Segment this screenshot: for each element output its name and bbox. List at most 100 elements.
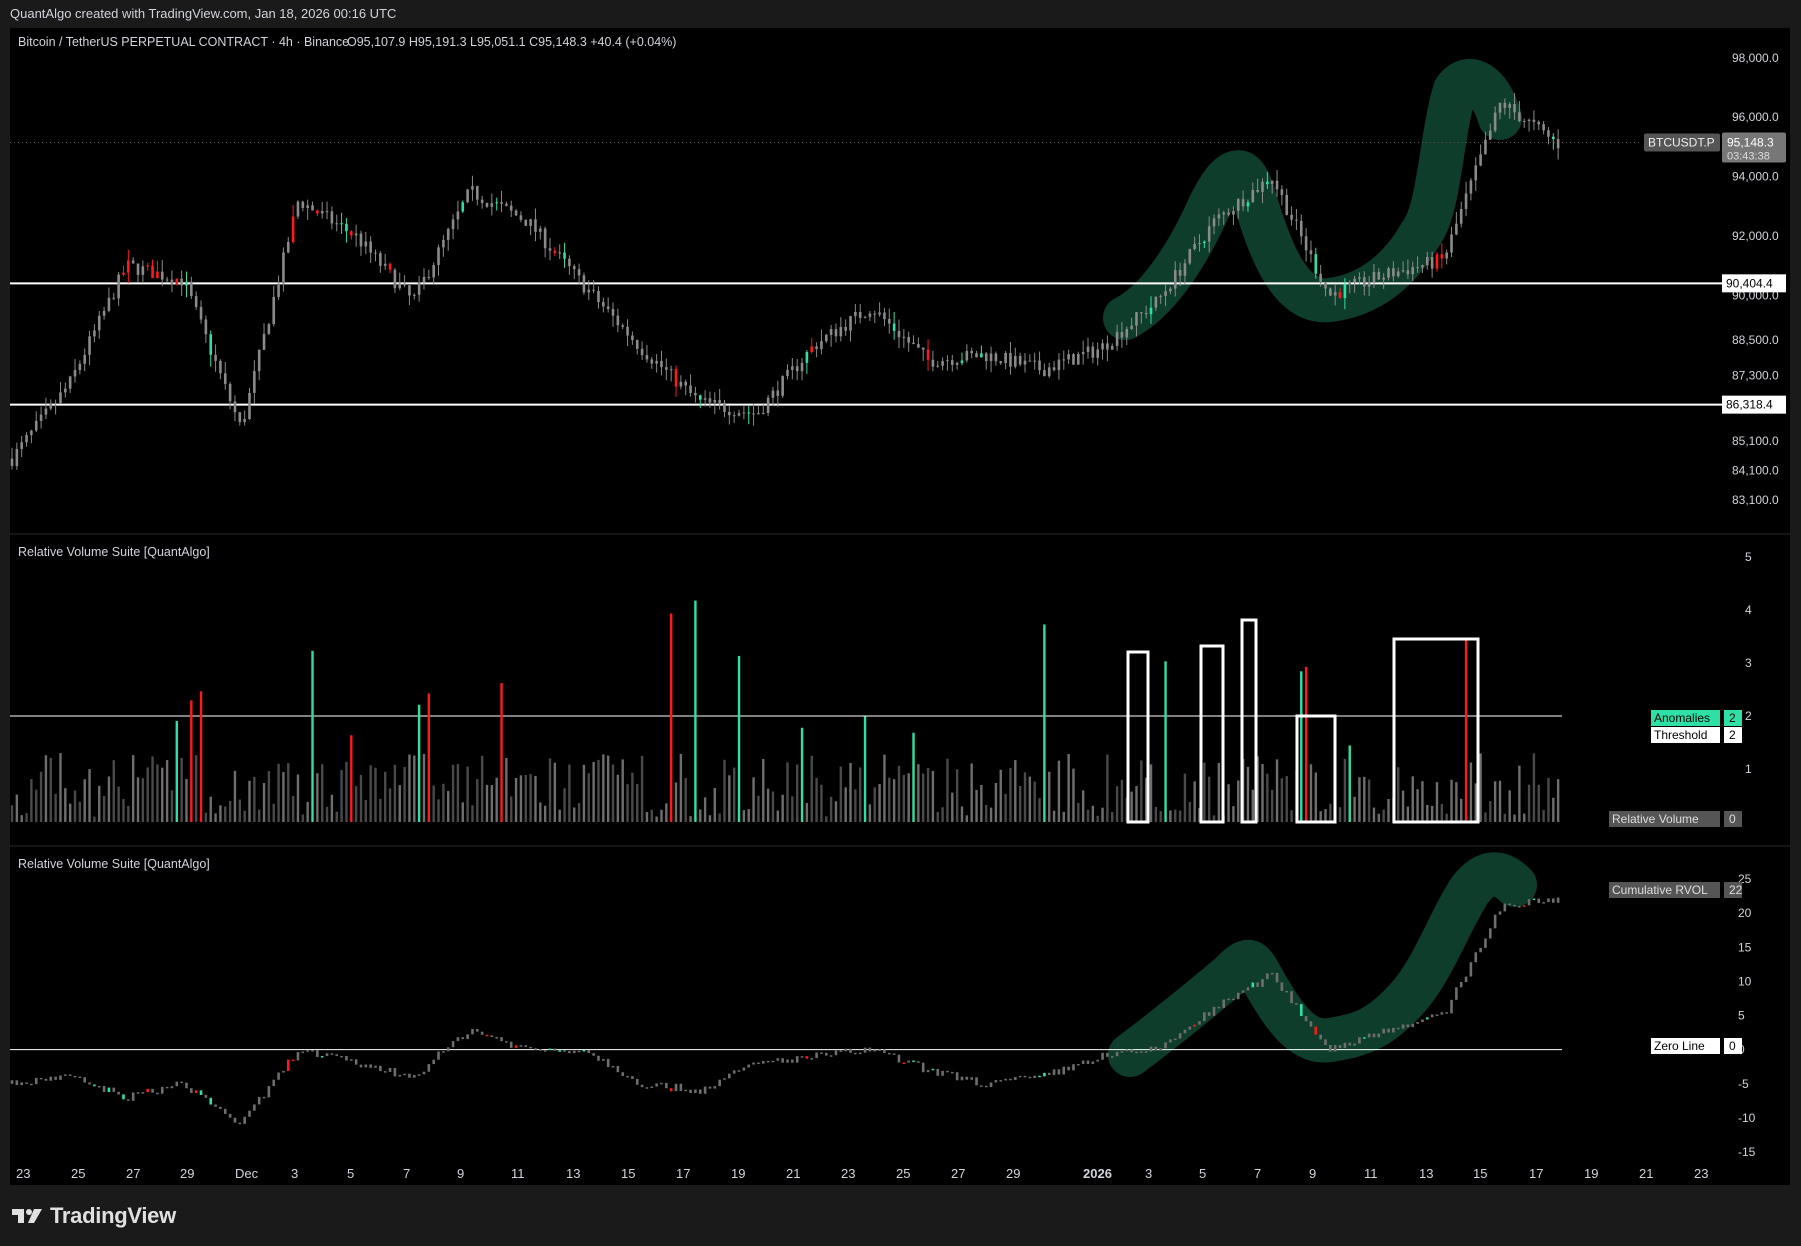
- cum-rvol-bar: [88, 1082, 91, 1085]
- price-candle: [975, 353, 978, 358]
- rvol-axis-tick: 1: [1745, 762, 1752, 776]
- price-candle: [926, 349, 930, 360]
- cum-rvol-bar: [810, 1058, 814, 1060]
- cum-rvol-bar: [480, 1031, 484, 1035]
- price-candle: [1043, 370, 1046, 377]
- cum-rvol-bar: [936, 1068, 940, 1076]
- price-candle: [800, 362, 804, 372]
- rvol-bar: [1285, 776, 1288, 822]
- x-axis-tick: 9: [1309, 1166, 1316, 1181]
- price-candle: [359, 233, 363, 247]
- cum-rvol-bar: [25, 1082, 28, 1084]
- price-candle: [689, 385, 692, 393]
- rvol-bar: [316, 773, 319, 822]
- cum-rvol-bar: [1343, 1042, 1347, 1049]
- price-candle: [592, 289, 595, 291]
- rvol-bar: [1503, 813, 1507, 822]
- cum-rvol-bar: [660, 1082, 663, 1085]
- cum-rvol-bar: [946, 1070, 949, 1073]
- cum-rvol-bar: [1518, 906, 1521, 908]
- price-candle: [1169, 288, 1172, 292]
- rvol-bar: [989, 807, 993, 822]
- rvol-bar: [1207, 776, 1211, 822]
- price-candle: [291, 216, 295, 243]
- rvol-bar: [495, 777, 498, 822]
- price-candle: [1144, 313, 1148, 315]
- chart-canvas[interactable]: 98,000.096,000.094,000.092,000.090,000.0…: [0, 0, 1801, 1246]
- cum-rvol-bar: [408, 1073, 411, 1078]
- cum-rvol-bar: [834, 1050, 838, 1056]
- rvol-bar: [1270, 789, 1274, 822]
- rvol-axis-tick: 5: [1745, 550, 1752, 564]
- rvol-bar: [592, 761, 595, 822]
- rvol-bar: [1430, 805, 1434, 822]
- price-candle: [747, 412, 751, 414]
- price-candle: [1552, 136, 1555, 140]
- anomalies-tag-value: 2: [1729, 711, 1736, 725]
- price-candle: [223, 373, 227, 384]
- cum-rvol-bar: [422, 1071, 426, 1075]
- rvol-bar: [626, 784, 629, 822]
- rvol-axis-tick: 3: [1745, 656, 1752, 670]
- price-candle: [379, 253, 382, 266]
- price-candle: [737, 413, 741, 416]
- price-candle: [1198, 243, 1201, 245]
- x-axis-tick: 15: [1473, 1166, 1487, 1181]
- price-candle: [34, 420, 38, 431]
- price-candle: [1115, 332, 1119, 346]
- cum-rvol-bar: [1503, 903, 1507, 912]
- price-candle: [999, 361, 1003, 364]
- cum-rvol-bar: [602, 1058, 605, 1061]
- cum-rvol-bar: [1319, 1034, 1322, 1040]
- cum-rvol-bar: [127, 1099, 130, 1101]
- price-candle: [175, 278, 179, 285]
- price-candle: [480, 199, 484, 203]
- cum-rvol-bar: [1159, 1048, 1163, 1051]
- rvol-bar: [1081, 790, 1085, 822]
- cum-rvol-bar: [568, 1051, 571, 1054]
- cum-rvol-bar: [54, 1076, 57, 1080]
- price-candle: [728, 411, 731, 416]
- price-candle: [582, 275, 586, 293]
- price-candle: [1227, 212, 1230, 215]
- cum-rvol-bar: [616, 1065, 620, 1073]
- cum-rvol-bar: [631, 1076, 634, 1079]
- rvol-bar: [529, 774, 532, 822]
- cum-rvol-bar: [1556, 897, 1560, 903]
- cum-rvol-bar: [1275, 972, 1279, 983]
- rvol-bar: [878, 784, 881, 822]
- cum-rvol-bar: [728, 1073, 731, 1079]
- cum-rvol-bar: [306, 1050, 309, 1052]
- x-axis-tick: 3: [1145, 1166, 1152, 1181]
- cum-rvol-bar: [1532, 898, 1536, 901]
- price-candle: [277, 283, 280, 297]
- cum-rvol-bar: [665, 1082, 668, 1089]
- cum-rvol-bar: [1498, 911, 1502, 915]
- tradingview-brand[interactable]: TradingView: [10, 1202, 176, 1230]
- rvol-bar: [1130, 791, 1133, 822]
- rvol-bar: [902, 774, 906, 822]
- rvol-bar: [25, 813, 28, 822]
- price-candle: [1038, 360, 1041, 371]
- price-candle: [1149, 307, 1153, 315]
- price-candle: [1392, 268, 1395, 277]
- price-candle: [1348, 282, 1352, 285]
- rvol-bar: [621, 759, 624, 822]
- x-axis-tick: Dec: [235, 1166, 259, 1181]
- cum-rvol-bar: [107, 1087, 111, 1093]
- cum-rvol-bar: [476, 1028, 479, 1032]
- cum-rvol-bar: [160, 1086, 164, 1094]
- cum-rvol-bar: [543, 1050, 547, 1052]
- cum-rvol-bar: [64, 1074, 67, 1076]
- cum-rvol-bar: [1455, 987, 1458, 1000]
- price-candle: [1556, 139, 1560, 149]
- price-candle: [1455, 223, 1458, 235]
- price-candle: [1362, 277, 1366, 287]
- rvol-bar: [277, 763, 280, 822]
- rvol-bar: [514, 777, 518, 822]
- rvol-bar: [369, 765, 372, 822]
- price-candle: [320, 211, 324, 214]
- rvol-bar: [49, 757, 52, 822]
- price-candle: [432, 265, 435, 278]
- cum-rvol-bar: [805, 1056, 809, 1059]
